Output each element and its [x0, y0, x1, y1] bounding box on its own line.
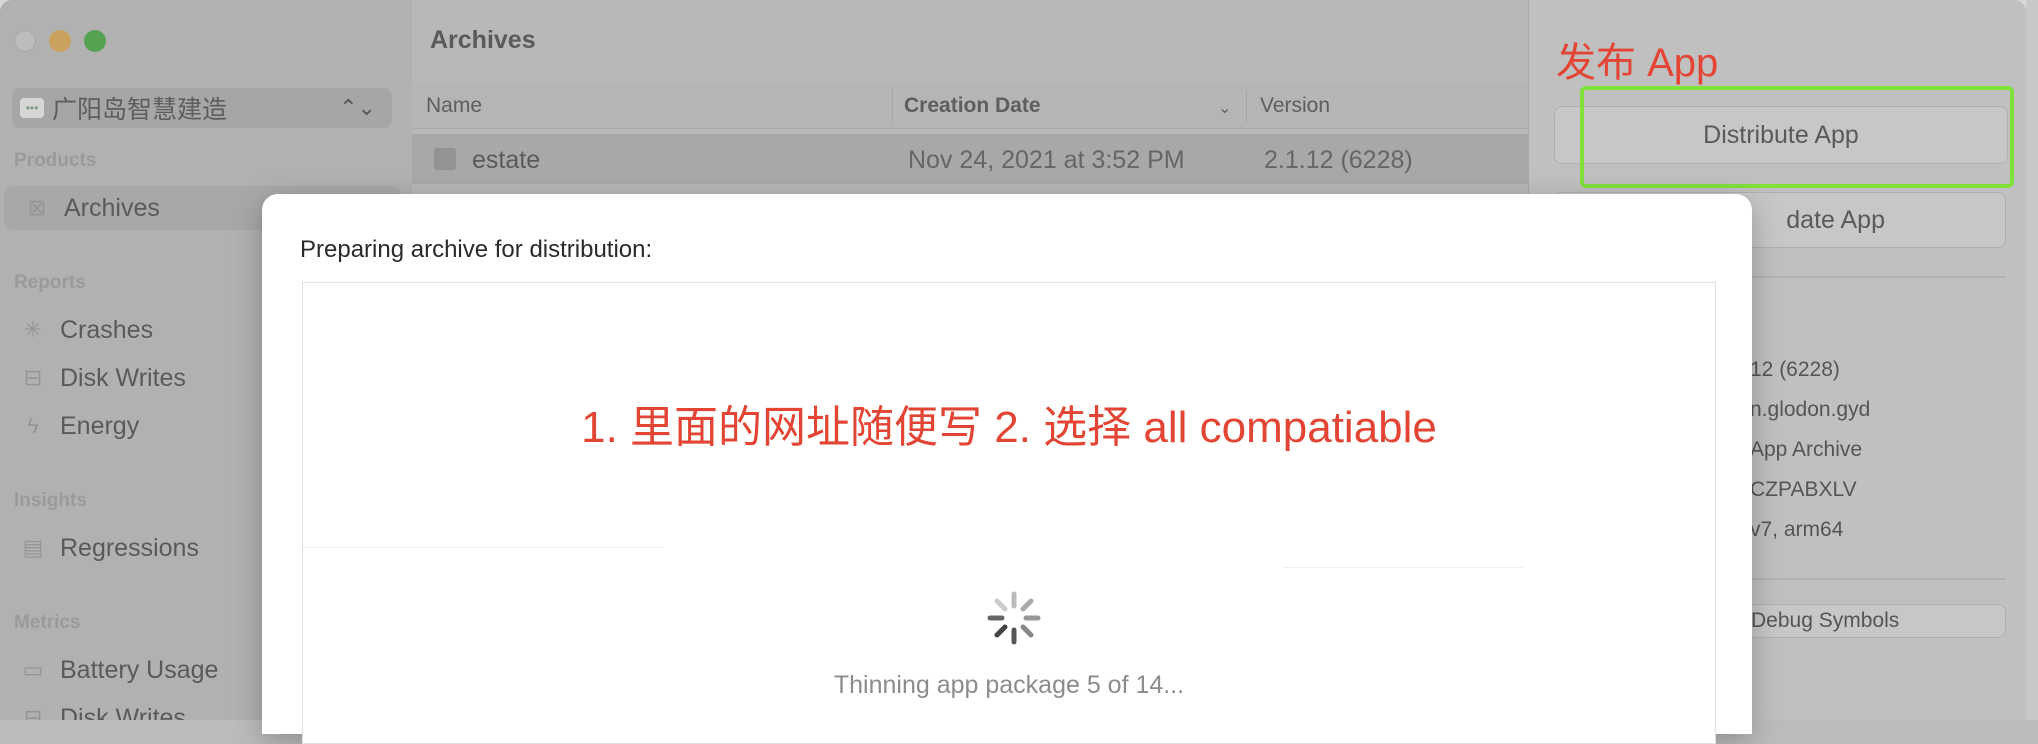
divider	[1740, 578, 2006, 580]
column-header-name[interactable]: Name	[426, 94, 482, 118]
regressions-icon: ▤	[22, 535, 44, 560]
close-button[interactable]	[14, 30, 36, 52]
column-header-creation-date[interactable]: Creation Date	[904, 94, 1041, 118]
section-metrics: Metrics	[14, 612, 81, 633]
minimize-button[interactable]	[49, 30, 71, 52]
divider	[303, 547, 663, 548]
sidebar-item-label: Regressions	[60, 533, 199, 562]
detail-team: CZPABXLV	[1750, 478, 1857, 501]
column-divider[interactable]	[1246, 90, 1247, 122]
button-label: Debug Symbols	[1751, 609, 1900, 632]
detail-type: App Archive	[1750, 438, 1863, 461]
page-title: Archives	[430, 26, 536, 54]
section-products: Products	[14, 150, 97, 171]
zoom-button[interactable]	[84, 30, 106, 52]
divider	[1740, 276, 2006, 278]
archive-icon: ⊠	[27, 195, 47, 220]
energy-icon: ϟ	[27, 413, 39, 438]
archive-creation-date: Nov 24, 2021 at 3:52 PM	[908, 146, 1185, 174]
window-controls	[14, 30, 106, 54]
detail-identifier: n.glodon.gyd	[1750, 398, 1871, 421]
disk-icon: ⊟	[23, 705, 43, 720]
column-header-version[interactable]: Version	[1260, 94, 1330, 118]
sidebar-item-label: Energy	[60, 411, 140, 440]
archive-version: 2.1.12 (6228)	[1264, 146, 1413, 174]
section-insights: Insights	[14, 490, 87, 511]
table-header: Name Creation Date ⌄ Version	[412, 84, 1528, 129]
archive-name: estate	[472, 146, 541, 174]
sidebar-item-label: Archives	[64, 193, 160, 222]
sort-chevron-icon[interactable]: ⌄	[1218, 98, 1231, 118]
disk-icon: ⊟	[23, 365, 43, 390]
button-label: Distribute App	[1703, 120, 1859, 149]
divider	[1283, 567, 1523, 568]
annotation-instructions: 1. 里面的网址随便写 2. 选择 all compatiable	[581, 403, 1437, 452]
sidebar-item-label: Battery Usage	[60, 655, 219, 684]
progress-status: Thinning app package 5 of 14...	[833, 671, 1185, 699]
sheet-content: 1. 里面的网址随便写 2. 选择 all compatiable Thinni…	[302, 282, 1716, 744]
sidebar-item-label: Disk Writes	[60, 363, 186, 392]
download-debug-symbols-button[interactable]: Debug Symbols	[1740, 604, 2006, 638]
app-icon: •••	[20, 98, 44, 118]
team-selector[interactable]: ••• 广阳岛智慧建造 ⌃⌄	[12, 88, 392, 128]
battery-icon: ▭	[22, 657, 44, 682]
table-row[interactable]: estate Nov 24, 2021 at 3:52 PM 2.1.12 (6…	[412, 134, 1528, 184]
background-window-edge	[2026, 0, 2038, 720]
sidebar-item-label: Disk Writes	[60, 703, 186, 721]
detail-version: 12 (6228)	[1750, 358, 1840, 381]
annotation-distribute: 发布 App	[1556, 41, 1719, 85]
chevron-updown-icon: ⌃⌄	[339, 95, 376, 120]
crash-icon: ✳	[23, 317, 43, 342]
section-reports: Reports	[14, 272, 86, 293]
column-divider[interactable]	[892, 90, 893, 122]
button-label: date App	[1786, 205, 1885, 234]
team-name: 广阳岛智慧建造	[52, 96, 228, 124]
archive-file-icon	[434, 148, 456, 170]
sidebar-item-label: Crashes	[60, 315, 154, 344]
distribute-app-button[interactable]: Distribute App	[1554, 106, 2008, 164]
sheet-title: Preparing archive for distribution:	[300, 236, 653, 263]
detail-architectures: v7, arm64	[1750, 518, 1844, 541]
spinner-icon	[987, 591, 1041, 645]
distribution-sheet: Preparing archive for distribution: 1. 里…	[262, 194, 1752, 744]
